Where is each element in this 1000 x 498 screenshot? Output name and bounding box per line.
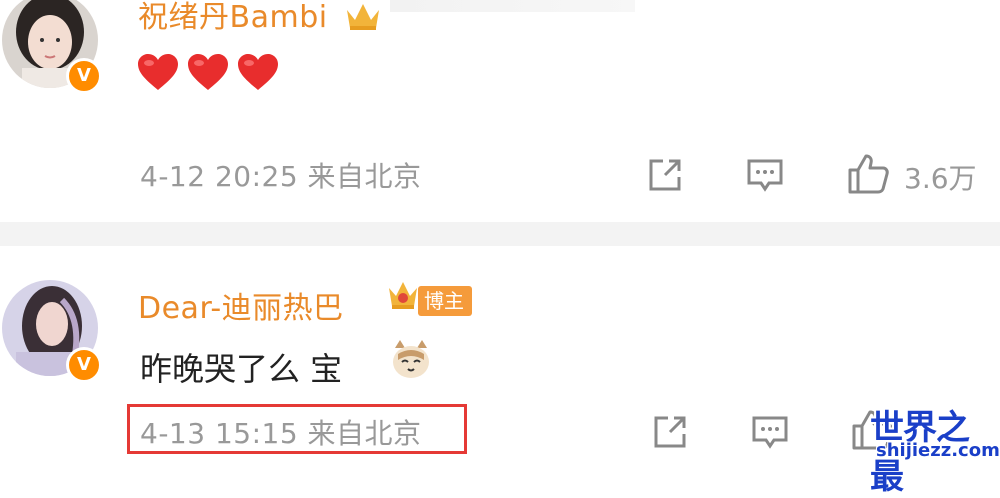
like-count: 3.6万 xyxy=(904,162,977,195)
heart-icon xyxy=(138,54,178,90)
comment-item: V 祝绪丹Bambi 4-12 20:25 来自北京 3.6万 xyxy=(0,0,1000,222)
watermark-url: shijiezz.com xyxy=(876,440,1000,461)
repost-icon[interactable] xyxy=(650,412,690,456)
comment-content xyxy=(136,52,280,92)
watermark: 世界之最 shijiezz.com xyxy=(868,400,1000,497)
blurred-area xyxy=(390,0,635,12)
comment-icon[interactable] xyxy=(750,412,790,456)
crown-icon xyxy=(343,0,383,36)
username[interactable]: 祝绪丹Bambi xyxy=(138,0,328,36)
like-icon[interactable] xyxy=(846,152,890,200)
role-badge: 博主 xyxy=(418,286,472,316)
comment-content: 昨晚哭了么 宝 xyxy=(140,350,343,388)
heart-icon xyxy=(238,54,278,90)
heart-icon xyxy=(188,54,228,90)
section-divider xyxy=(0,222,1000,246)
username[interactable]: Dear-迪丽热巴 xyxy=(138,283,344,327)
cat-emoji-icon xyxy=(390,338,432,384)
highlight-box xyxy=(127,404,467,454)
verified-badge: V xyxy=(66,347,102,383)
comment-item: V Dear-迪丽热巴 博主 昨晚哭了么 宝 4-13 15:15 来自北京 xyxy=(0,246,1000,464)
comment-meta: 4-12 20:25 来自北京 xyxy=(140,160,422,193)
repost-icon[interactable] xyxy=(645,155,685,199)
crown-icon xyxy=(386,278,420,316)
verified-badge: V xyxy=(66,58,102,94)
comment-icon[interactable] xyxy=(745,155,785,199)
